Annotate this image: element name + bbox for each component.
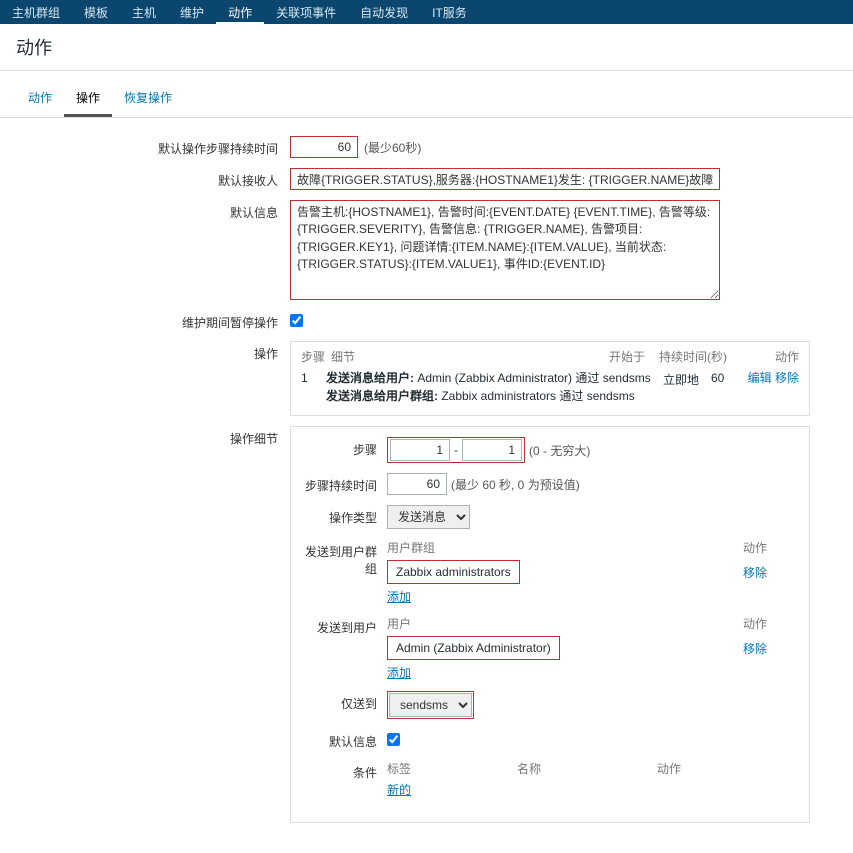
send-group-add[interactable]: 添加 [387, 590, 411, 604]
label-operation-detail: 操作细节 [20, 426, 290, 447]
tab-recovery[interactable]: 恢复操作 [112, 81, 184, 117]
checkbox-maintenance[interactable] [290, 314, 303, 327]
page-title: 动作 [16, 34, 837, 60]
operation-detail-box: 步骤 - (0 - 无穷大) 步骤持续时间 (最少 60 秒, [290, 426, 810, 823]
send-group-head-name: 用户群组 [387, 539, 717, 556]
op-start: 立即地 [663, 369, 711, 405]
tab-operations[interactable]: 操作 [64, 81, 112, 117]
step-dash: - [454, 443, 458, 457]
checkbox-detail-default-msg[interactable] [387, 733, 400, 746]
ops-head-duration: 持续时间(秒) [659, 348, 739, 365]
dlabel-step: 步骤 [305, 437, 387, 458]
nav-hosts[interactable]: 主机 [120, 0, 168, 24]
send-user-remove[interactable]: 移除 [743, 642, 767, 656]
top-nav: 主机群组 模板 主机 维护 动作 关联项事件 自动发现 IT服务 [0, 0, 853, 24]
send-user-add[interactable]: 添加 [387, 666, 411, 680]
send-group-value: Zabbix administrators [387, 560, 520, 584]
hint-step-range: (0 - 无穷大) [529, 442, 590, 459]
input-step-to[interactable] [462, 439, 522, 461]
dlabel-op-type: 操作类型 [305, 505, 387, 526]
ops-head-detail: 细节 [331, 348, 609, 365]
nav-actions[interactable]: 动作 [216, 0, 264, 24]
label-step-duration: 默认操作步骤持续时间 [20, 136, 290, 157]
nav-templates[interactable]: 模板 [72, 0, 120, 24]
cond-head-name: 名称 [517, 760, 657, 777]
operations-table: 步骤 细节 开始于 持续时间(秒) 动作 1 发送消息给用户: Admin (Z… [290, 341, 810, 416]
send-group-table: 用户群组 动作 Zabbix administrators 移除 添加 [387, 539, 767, 605]
label-maintenance: 维护期间暂停操作 [20, 310, 290, 331]
ops-head-action: 动作 [739, 348, 799, 365]
ops-head-start: 开始于 [609, 348, 659, 365]
operation-row: 1 发送消息给用户: Admin (Zabbix Administrator) … [301, 369, 799, 405]
dlabel-send-user: 发送到用户 [305, 615, 387, 636]
tabs: 动作 操作 恢复操作 [0, 81, 853, 118]
page-header: 动作 [0, 24, 853, 71]
input-step-duration[interactable] [290, 136, 358, 158]
input-detail-step-duration[interactable] [387, 473, 447, 495]
dlabel-send-via: 仅送到 [305, 691, 387, 712]
tab-action[interactable]: 动作 [16, 81, 64, 117]
cond-head-tag: 标签 [387, 760, 517, 777]
textarea-default-msg[interactable]: 告警主机:{HOSTNAME1}, 告警时间:{EVENT.DATE} {EVE… [290, 200, 720, 300]
send-user-value: Admin (Zabbix Administrator) [387, 636, 560, 660]
dlabel-conditions: 条件 [305, 760, 387, 781]
nav-maintenance[interactable]: 维护 [168, 0, 216, 24]
nav-discovery[interactable]: 自动发现 [348, 0, 420, 24]
dlabel-detail-default-msg: 默认信息 [305, 729, 387, 750]
select-send-via[interactable]: sendsms [389, 693, 472, 717]
select-op-type[interactable]: 发送消息 [387, 505, 470, 529]
cond-new-link[interactable]: 新的 [387, 783, 411, 797]
send-user-head-action: 动作 [717, 615, 767, 632]
send-user-head-name: 用户 [387, 615, 717, 632]
form: 默认操作步骤持续时间 (最少60秒) 默认接收人 默认信息 告警主机:{HOST… [0, 118, 853, 853]
nav-itservices[interactable]: IT服务 [420, 0, 479, 24]
hint-step-duration: (最少60秒) [364, 139, 421, 156]
send-user-table: 用户 动作 Admin (Zabbix Administrator) 移除 添加 [387, 615, 767, 681]
label-operations: 操作 [20, 341, 290, 362]
hint-detail-step-duration: (最少 60 秒, 0 为预设值) [451, 476, 580, 493]
label-default-msg: 默认信息 [20, 200, 290, 221]
nav-hostgroups[interactable]: 主机群组 [0, 0, 72, 24]
op-edit-link[interactable]: 编辑 [748, 371, 772, 385]
op-remove-link[interactable]: 移除 [775, 371, 799, 385]
ops-head-step: 步骤 [301, 348, 331, 365]
op-detail: 发送消息给用户: Admin (Zabbix Administrator) 通过… [326, 369, 663, 405]
op-num: 1 [301, 369, 326, 405]
cond-head-action: 动作 [657, 760, 767, 777]
conditions-table: 标签 名称 动作 新的 [387, 760, 767, 798]
dlabel-step-duration: 步骤持续时间 [305, 473, 387, 494]
dlabel-send-group: 发送到用户群组 [305, 539, 387, 577]
input-step-from[interactable] [390, 439, 450, 461]
input-recipient[interactable] [290, 168, 720, 190]
label-recipient: 默认接收人 [20, 168, 290, 189]
send-group-remove[interactable]: 移除 [743, 566, 767, 580]
send-group-head-action: 动作 [717, 539, 767, 556]
nav-correlation[interactable]: 关联项事件 [264, 0, 348, 24]
op-duration: 60 [711, 369, 735, 405]
